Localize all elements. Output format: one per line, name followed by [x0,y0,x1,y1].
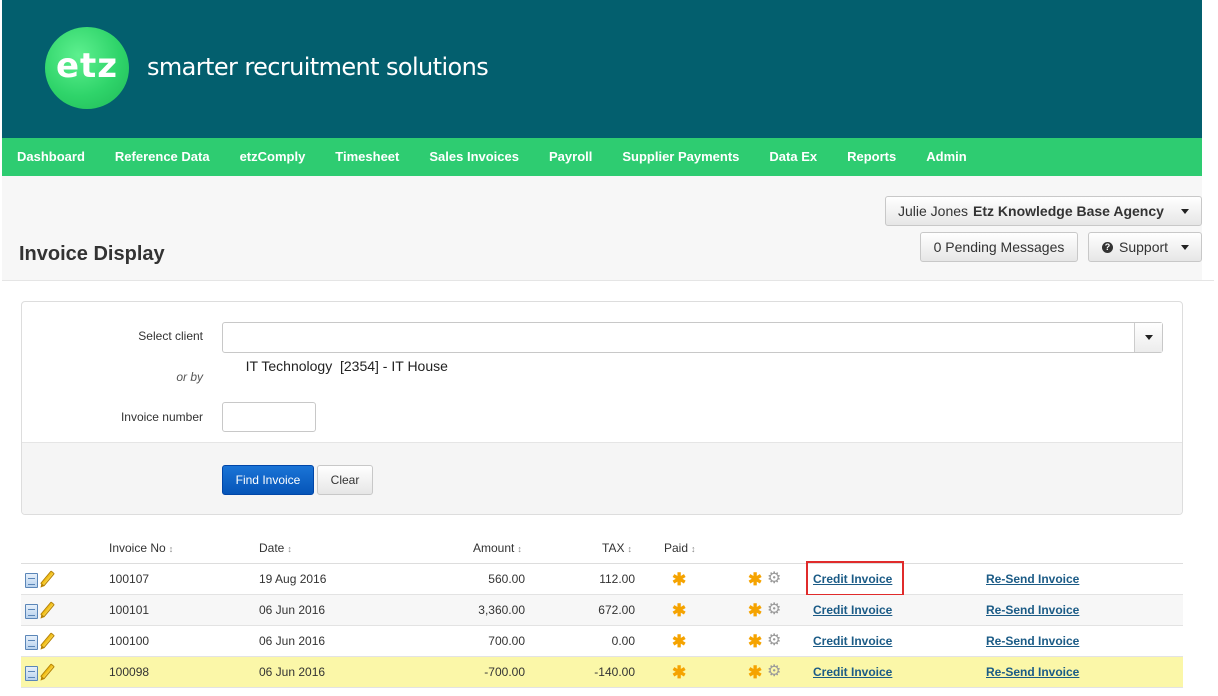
find-invoice-button[interactable]: Find Invoice [222,465,314,495]
gear-icon[interactable]: ⚙ [767,571,781,587]
pencil-icon[interactable] [40,601,55,618]
document-icon[interactable] [25,604,38,619]
or-by-label: or by [176,370,203,384]
resend-invoice-link[interactable]: Re-Send Invoice [986,634,1079,648]
nav-sales-invoices[interactable]: Sales Invoices [414,138,534,176]
invoice-amount: 3,360.00 [478,603,525,617]
asterisk-icon[interactable]: ✱ [748,664,762,681]
col-invoice-no[interactable]: Invoice No ↕ [109,541,173,555]
col-amount[interactable]: Amount ↕ [473,541,522,555]
table-row: 100101 06 Jun 2016 3,360.00 672.00 ✱ ✱ ⚙… [21,595,1183,626]
invoice-date: 19 Aug 2016 [259,572,327,586]
invoice-amount: -700.00 [484,665,525,679]
sort-icon: ↕ [168,544,174,554]
gear-icon[interactable]: ⚙ [767,664,781,680]
sort-icon: ↕ [691,544,696,554]
resend-invoice-link[interactable]: Re-Send Invoice [986,572,1079,586]
asterisk-icon: ✱ [672,570,687,589]
invoice-no: 100098 [109,665,150,679]
chevron-down-icon [1145,335,1153,340]
invoice-date: 06 Jun 2016 [259,665,326,679]
chevron-down-icon [1181,245,1189,250]
table-row: 100098 06 Jun 2016 -700.00 -140.00 ✱ ✱ ⚙… [21,657,1183,688]
nav-reference-data[interactable]: Reference Data [100,138,225,176]
col-paid[interactable]: Paid ↕ [664,541,696,555]
page-title: Invoice Display [19,243,165,265]
resend-invoice-link[interactable]: Re-Send Invoice [986,603,1079,617]
nav-admin[interactable]: Admin [911,138,981,176]
credit-invoice-link[interactable]: Credit Invoice [813,603,892,617]
main-nav: Dashboard Reference Data etzComply Times… [2,138,1202,176]
client-label: Select client [138,329,203,343]
asterisk-icon[interactable]: ✱ [748,571,762,588]
etz-logo[interactable]: etz [45,27,129,109]
gear-icon[interactable]: ⚙ [767,602,781,618]
nav-dashboard[interactable]: Dashboard [2,138,100,176]
sort-icon: ↕ [627,544,632,554]
annotation-highlight-box [806,561,904,596]
invoice-no: 100101 [109,603,150,617]
invoice-no: 100100 [109,634,150,648]
resend-invoice-link[interactable]: Re-Send Invoice [986,665,1079,679]
app-header: etz smarter recruitment solutions [2,0,1202,138]
pencil-icon[interactable] [40,663,55,680]
col-tax[interactable]: TAX ↕ [602,541,632,555]
pending-messages-label: 0 Pending Messages [933,239,1065,255]
sort-icon: ↕ [287,544,292,554]
client-select[interactable]: IT Technology [2354] - IT House [222,322,1163,374]
nav-data-ex[interactable]: Data Ex [754,138,832,176]
invoice-tax: 672.00 [598,603,635,617]
asterisk-icon[interactable]: ✱ [748,602,762,619]
invoice-no: 100107 [109,572,150,586]
gear-icon[interactable]: ⚙ [767,633,781,649]
invoice-tax: 112.00 [599,572,635,586]
table-header: Invoice No ↕ Date ↕ Amount ↕ TAX ↕ Paid ↕ [21,532,1183,564]
question-icon: ? [1102,241,1113,253]
pencil-icon[interactable] [40,632,55,649]
table-row: 100107 19 Aug 2016 560.00 112.00 ✱ ✱ ⚙ C… [21,561,1183,596]
pending-messages-button[interactable]: 0 Pending Messages [920,232,1078,262]
invoice-tax: 0.00 [611,634,635,648]
document-icon[interactable] [25,573,38,588]
invoice-amount: 560.00 [488,572,525,586]
brand-tagline: smarter recruitment solutions [147,53,489,81]
support-label: Support [1119,239,1169,255]
nav-timesheet[interactable]: Timesheet [320,138,414,176]
table-row: 100100 06 Jun 2016 700.00 0.00 ✱ ✱ ⚙ Cre… [21,626,1183,657]
support-button[interactable]: ? Support [1088,232,1202,262]
asterisk-icon: ✱ [672,632,687,651]
nav-reports[interactable]: Reports [832,138,911,176]
credit-invoice-link[interactable]: Credit Invoice [813,665,892,679]
invoice-date: 06 Jun 2016 [259,603,326,617]
chevron-down-icon [1181,209,1189,214]
asterisk-icon: ✱ [672,601,687,620]
document-icon[interactable] [25,635,38,650]
invoice-tax: -140.00 [594,665,635,679]
nav-payroll[interactable]: Payroll [534,138,607,176]
invoice-date: 06 Jun 2016 [259,634,326,648]
agency-name: Etz Knowledge Base Agency [973,203,1164,219]
asterisk-icon: ✱ [672,663,687,682]
invoice-amount: 700.00 [488,634,525,648]
invoice-number-label: Invoice number [120,410,203,424]
invoice-search-form: Select client IT Technology [2354] - IT … [21,301,1183,515]
sort-icon: ↕ [517,544,522,554]
nav-etzcomply[interactable]: etzComply [225,138,321,176]
clear-button[interactable]: Clear [317,465,373,495]
client-select-toggle[interactable] [1134,323,1162,352]
asterisk-icon[interactable]: ✱ [748,633,762,650]
pencil-icon[interactable] [40,570,55,587]
client-select-value: IT Technology [2354] - IT House [245,358,448,374]
nav-supplier-payments[interactable]: Supplier Payments [607,138,754,176]
user-name: Julie Jones [898,203,969,219]
credit-invoice-link[interactable]: Credit Invoice [813,634,892,648]
invoice-number-input[interactable] [222,402,316,432]
form-actions: Find Invoice Clear [22,442,1182,514]
invoice-table: Invoice No ↕ Date ↕ Amount ↕ TAX ↕ Paid ↕ 100… [21,532,1183,688]
col-date[interactable]: Date ↕ [259,541,292,555]
user-menu-button[interactable]: Julie Jones Etz Knowledge Base Agency [885,196,1202,226]
document-icon[interactable] [25,666,38,681]
page-header-area [2,176,1202,280]
